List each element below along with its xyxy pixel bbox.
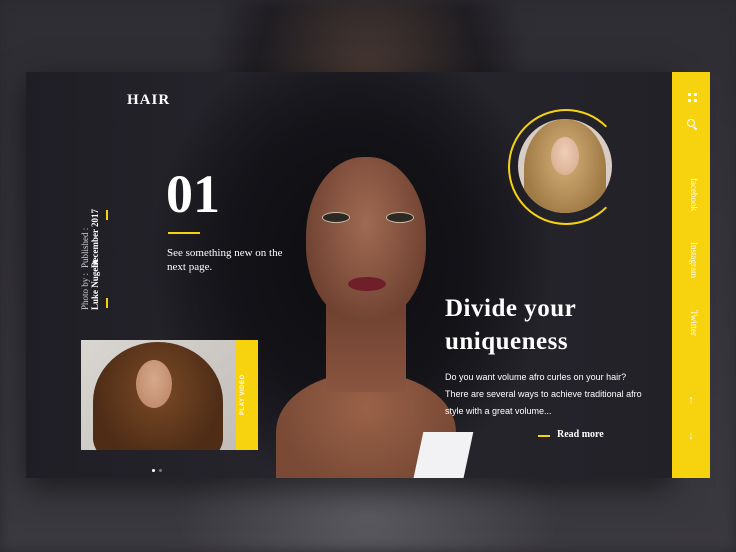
social-link-twitter[interactable]: Twitter — [689, 310, 699, 336]
social-link-facebook[interactable]: facebook — [689, 178, 699, 211]
headline-line-1: Divide your — [445, 295, 577, 322]
logo[interactable]: HAIR — [127, 92, 170, 109]
arrow-up-icon[interactable]: ↑ — [672, 393, 710, 407]
portrait-model-face — [551, 137, 579, 175]
thumbnail-model-face — [136, 360, 172, 408]
video-thumbnail[interactable] — [81, 340, 236, 450]
slider-dot[interactable] — [152, 469, 155, 472]
hero-model-face — [306, 157, 426, 322]
photo-author: Luke Nugent — [90, 259, 100, 310]
read-more-accent — [538, 435, 550, 437]
published-accent — [106, 210, 108, 220]
slide-subtitle: See something new on the next page. — [167, 247, 283, 273]
right-sidebar: facebook Instagram Twitter ↑ ↓ — [672, 72, 710, 478]
slider-dot[interactable] — [159, 469, 162, 472]
hero-model-top — [412, 432, 474, 478]
slide-number: 01 — [166, 164, 220, 224]
hero-model-eye — [386, 212, 414, 223]
social-link-instagram[interactable]: Instagram — [689, 242, 699, 278]
search-icon[interactable] — [687, 119, 695, 127]
headline-line-2: uniqueness — [445, 328, 569, 355]
grid-icon[interactable] — [688, 93, 698, 103]
photo-accent — [106, 298, 108, 308]
arrow-down-icon[interactable]: ↓ — [672, 429, 710, 443]
hero-card: HAIR Published : December 2017 Photo by … — [26, 72, 672, 478]
photo-label: Photo by : — [80, 272, 90, 310]
play-video-label: PLAY VIDEO — [240, 374, 246, 415]
slider-dots — [152, 459, 166, 477]
slide-number-accent — [168, 232, 200, 234]
headline: Divide your uniqueness — [445, 292, 645, 358]
hero-model-eye — [322, 212, 350, 223]
photo-meta: Photo by : Luke Nugent — [80, 260, 100, 310]
description: Do you want volume afro curles on your h… — [445, 372, 642, 416]
read-more-link[interactable]: Read more — [557, 429, 604, 440]
next-slide-portrait[interactable] — [518, 119, 612, 213]
hero-model-lips — [348, 277, 386, 291]
